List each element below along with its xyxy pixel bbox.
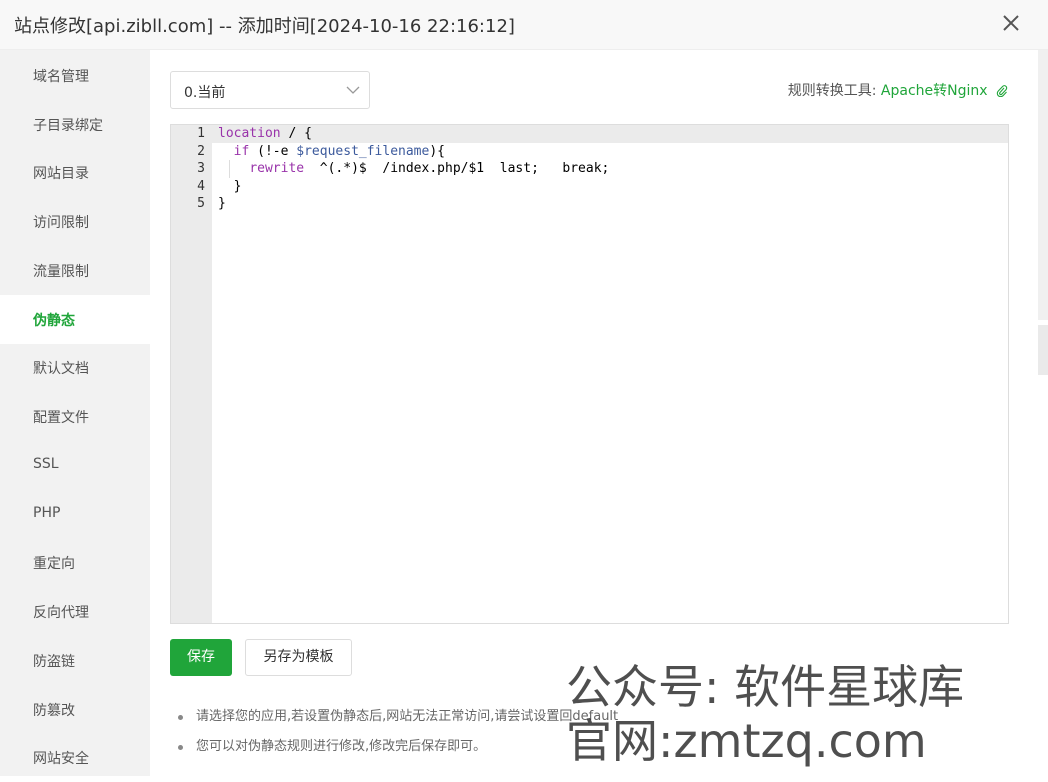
save-button[interactable]: 保存 (170, 639, 232, 676)
scrollbar-thumb[interactable] (1038, 50, 1048, 320)
code-line[interactable]: } (218, 196, 226, 211)
code-line[interactable]: location / { (218, 126, 312, 141)
paperclip-icon (996, 85, 1008, 97)
sidebar-item-default-doc[interactable]: 默认文档 (0, 343, 150, 392)
line-number: 2 (197, 144, 205, 159)
sidebar-item-ssl[interactable]: SSL (0, 441, 150, 490)
dialog-titlebar: 站点修改[api.zibll.com] -- 添加时间[2024-10-16 2… (0, 0, 1048, 50)
sidebar-item-rewrite[interactable]: 伪静态 (0, 295, 150, 344)
sidebar-item-tamper[interactable]: 防篡改 (0, 685, 150, 734)
apache-to-nginx-link[interactable]: Apache转Nginx (881, 83, 988, 99)
dialog-title: 站点修改[api.zibll.com] -- 添加时间[2024-10-16 2… (14, 16, 515, 37)
sidebar-item-label: 默认文档 (33, 361, 89, 377)
save-as-template-button[interactable]: 另存为模板 (245, 639, 352, 676)
sidebar-item-label: 子目录绑定 (33, 118, 103, 134)
sidebar-item-label: 伪静态 (33, 313, 75, 329)
code-line[interactable]: rewrite ^(.*)$ /index.php/$1 last; break… (218, 161, 609, 176)
code-line[interactable]: if (!-e $request_filename){ (218, 144, 445, 159)
sidebar-item-label: PHP (33, 505, 61, 521)
sidebar-item-label: SSL (33, 456, 59, 472)
sidebar-item-label: 访问限制 (33, 215, 89, 231)
watermark: 公众号: 软件星球库 官网:zmtzq.com (566, 660, 964, 768)
scrollbar-track-segment (1038, 325, 1048, 375)
sidebar-item-security[interactable]: 网站安全 (0, 733, 150, 782)
sidebar-item-access-limit[interactable]: 访问限制 (0, 197, 150, 246)
watermark-line: 官网:zmtzq.com (566, 714, 927, 768)
sidebar-item-label: 配置文件 (33, 410, 89, 426)
sidebar-item-traffic-limit[interactable]: 流量限制 (0, 246, 150, 295)
code-line[interactable]: } (218, 179, 242, 194)
line-number: 5 (197, 196, 205, 211)
rule-convert-label: 规则转换工具: (787, 83, 877, 99)
sidebar-item-label: 防盗链 (33, 654, 75, 670)
sidebar-item-hotlink[interactable]: 防盗链 (0, 636, 150, 685)
sidebar-item-label: 域名管理 (33, 69, 89, 85)
code-editor[interactable]: 1 2 3 4 5 location / { if (!-e $request_… (170, 124, 1009, 624)
sidebar-item-subdir[interactable]: 子目录绑定 (0, 100, 150, 149)
chevron-down-icon (346, 86, 360, 94)
sidebar-item-label: 重定向 (33, 556, 75, 572)
tips-list: 请选择您的应用,若设置伪静态后,网站无法正常访问,请尝试设置回default 您… (178, 706, 618, 766)
sidebar-item-redirect[interactable]: 重定向 (0, 538, 150, 587)
rule-convert-tool: 规则转换工具: Apache转Nginx (788, 80, 1008, 100)
close-icon[interactable] (996, 8, 1026, 38)
sidebar-item-label: 网站安全 (33, 751, 89, 767)
sidebar-item-reverse-proxy[interactable]: 反向代理 (0, 587, 150, 636)
sidebar-item-config[interactable]: 配置文件 (0, 392, 150, 441)
sidebar-item-php[interactable]: PHP (0, 490, 150, 539)
sidebar-item-label: 网站目录 (33, 166, 89, 182)
select-value: 0.当前 (184, 85, 226, 101)
sidebar-item-label: 反向代理 (33, 605, 89, 621)
sidebar-item-site-dir[interactable]: 网站目录 (0, 148, 150, 197)
tip-item: 请选择您的应用,若设置伪静态后,网站无法正常访问,请尝试设置回default (178, 706, 618, 736)
sidebar: 域名管理 子目录绑定 网站目录 访问限制 流量限制 伪静态 默认文档 配置文件 … (0, 50, 150, 776)
line-number: 1 (197, 126, 205, 141)
sidebar-item-label: 防篡改 (33, 703, 75, 719)
tip-item: 您可以对伪静态规则进行修改,修改完后保存即可。 (178, 736, 618, 766)
watermark-line: 公众号: 软件星球库 (566, 660, 965, 714)
rewrite-template-select[interactable]: 0.当前 (170, 71, 370, 109)
sidebar-item-label: 流量限制 (33, 264, 89, 280)
scrollbar[interactable] (1036, 50, 1048, 776)
line-number: 4 (197, 179, 205, 194)
sidebar-item-domain[interactable]: 域名管理 (0, 51, 150, 100)
line-number: 3 (197, 161, 205, 176)
